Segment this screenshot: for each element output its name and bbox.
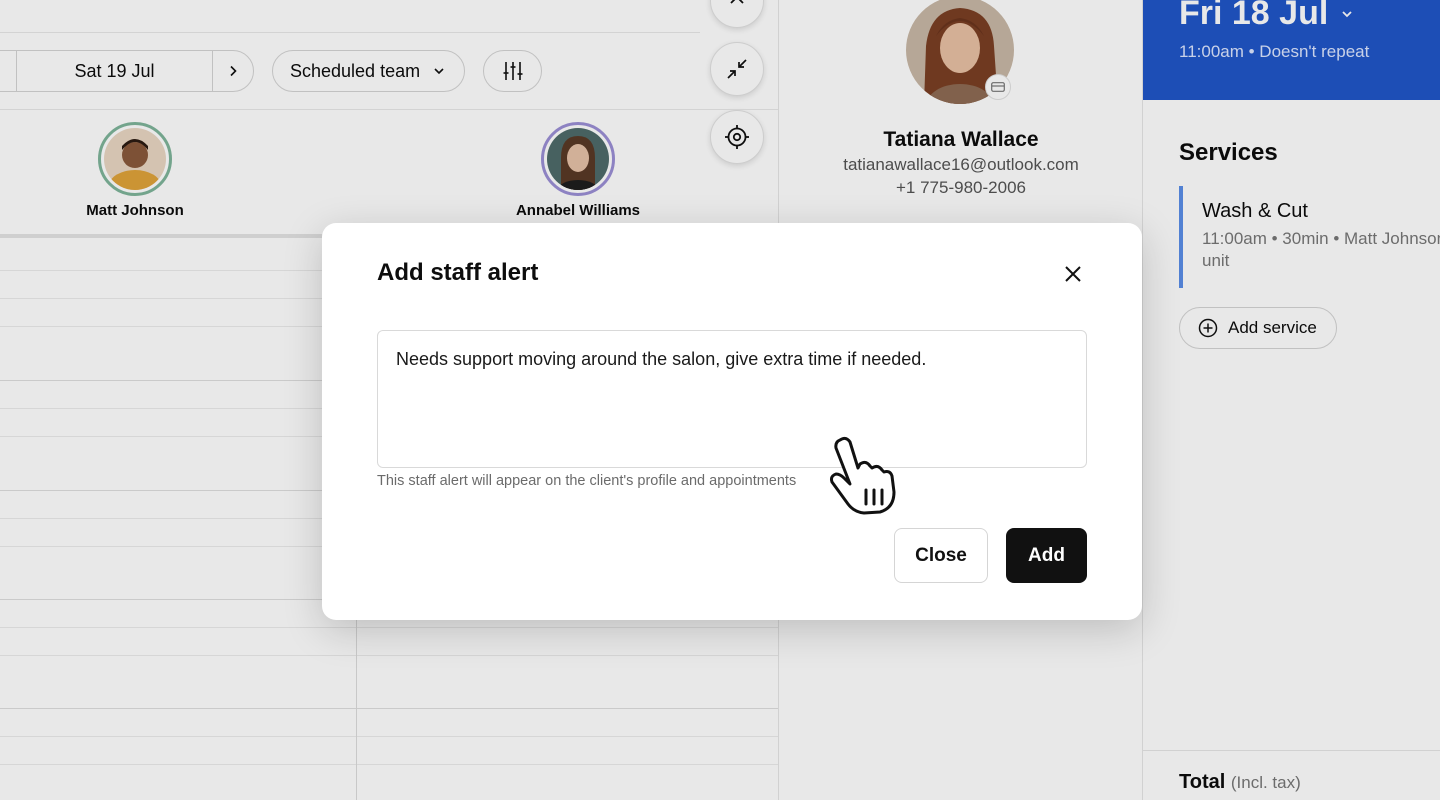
close-button[interactable]: Close [894,528,988,583]
dialog-close-button[interactable] [1058,259,1088,289]
dialog-title: Add staff alert [377,259,539,286]
app-screen: Sat 19 Jul Scheduled team Matt Johnson A… [0,0,1440,800]
hand-pointer-icon [830,436,896,515]
alert-hint: This staff alert will appear on the clie… [377,473,797,489]
add-button[interactable]: Add [1006,528,1087,583]
close-icon [1065,266,1081,282]
add-staff-alert-dialog: Add staff alert Needs support moving aro… [322,223,1142,620]
staff-alert-textarea[interactable]: Needs support moving around the salon, g… [377,330,1087,468]
